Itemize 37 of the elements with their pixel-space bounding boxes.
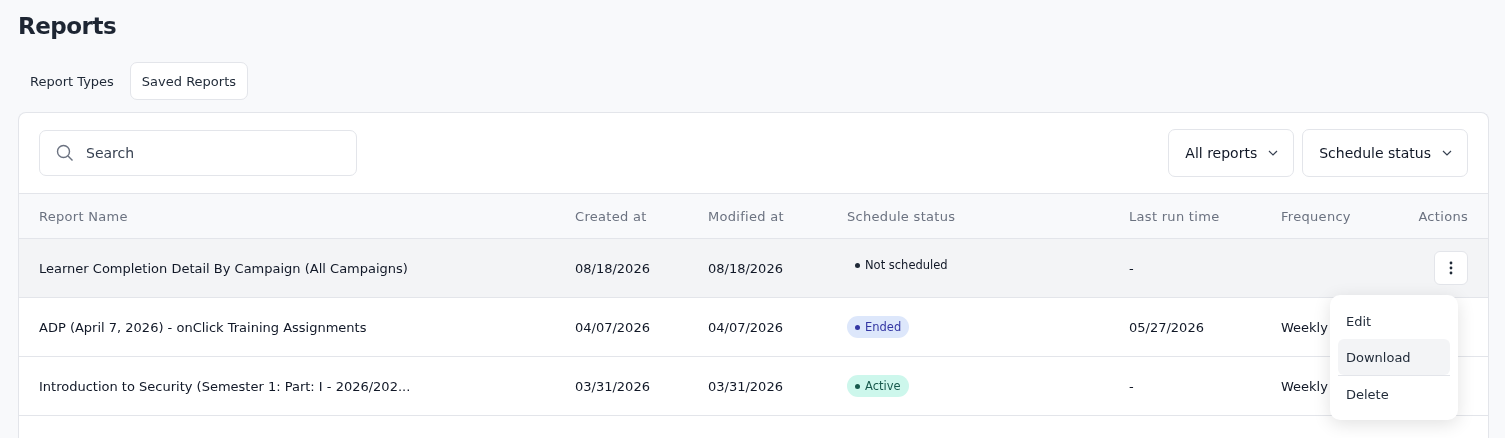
menu-item[interactable]: Download xyxy=(1338,339,1450,375)
page-title: Reports xyxy=(18,12,118,41)
menu-item[interactable]: Edit xyxy=(1338,303,1450,339)
column-header: Frequency xyxy=(1281,208,1352,224)
table-cell: Introduction to Security (Semester 1: Part: I - 2026/202... xyxy=(39,378,411,394)
table-cell: 08/18/2026 xyxy=(575,260,650,276)
kebab-icon xyxy=(1449,261,1453,275)
table-cell: 03/31/2026 xyxy=(575,378,650,394)
column-header: Report Name xyxy=(39,208,129,224)
status-badge: Active xyxy=(847,375,909,397)
table-cell: - xyxy=(1129,378,1134,394)
status-badge: Not scheduled xyxy=(847,254,956,276)
menu-item[interactable]: Delete xyxy=(1338,376,1450,412)
tab[interactable]: Saved Reports xyxy=(129,62,249,100)
more-button[interactable] xyxy=(1434,251,1468,285)
column-header: Last run time xyxy=(1129,208,1221,224)
filter-dropdown[interactable]: Schedule status xyxy=(1302,129,1468,177)
table-cell: Weekly xyxy=(1281,378,1328,394)
tab[interactable]: Report Types xyxy=(18,62,126,100)
column-header: Schedule status xyxy=(847,208,957,224)
search-icon xyxy=(56,144,74,162)
column-header: Modified at xyxy=(708,208,785,224)
table-cell: 04/07/2026 xyxy=(575,319,650,335)
table-cell: Learner Completion Detail By Campaign (All Campaigns) xyxy=(39,260,408,276)
table-cell: ADP (April 7, 2026) - onClick Training Assignments xyxy=(39,319,367,335)
table-cell: Weekly xyxy=(1281,319,1328,335)
table-cell: 08/18/2026 xyxy=(708,260,783,276)
column-header: Actions xyxy=(1418,208,1468,224)
search-field[interactable]: Search xyxy=(39,130,357,176)
table-row[interactable]: Learner Completion Detail By Campaign (All Campaigns) 08/18/2026 08/18/2026 Not scheduled - xyxy=(19,239,1488,298)
filter-dropdown[interactable]: All reports xyxy=(1168,129,1295,177)
table-cell: 04/07/2026 xyxy=(708,319,783,335)
status-badge: Ended xyxy=(847,316,910,338)
table-cell: - xyxy=(1129,260,1134,276)
table-cell: 03/31/2026 xyxy=(708,378,783,394)
column-header: Created at xyxy=(575,208,648,224)
table-cell: 05/27/2026 xyxy=(1129,319,1204,335)
